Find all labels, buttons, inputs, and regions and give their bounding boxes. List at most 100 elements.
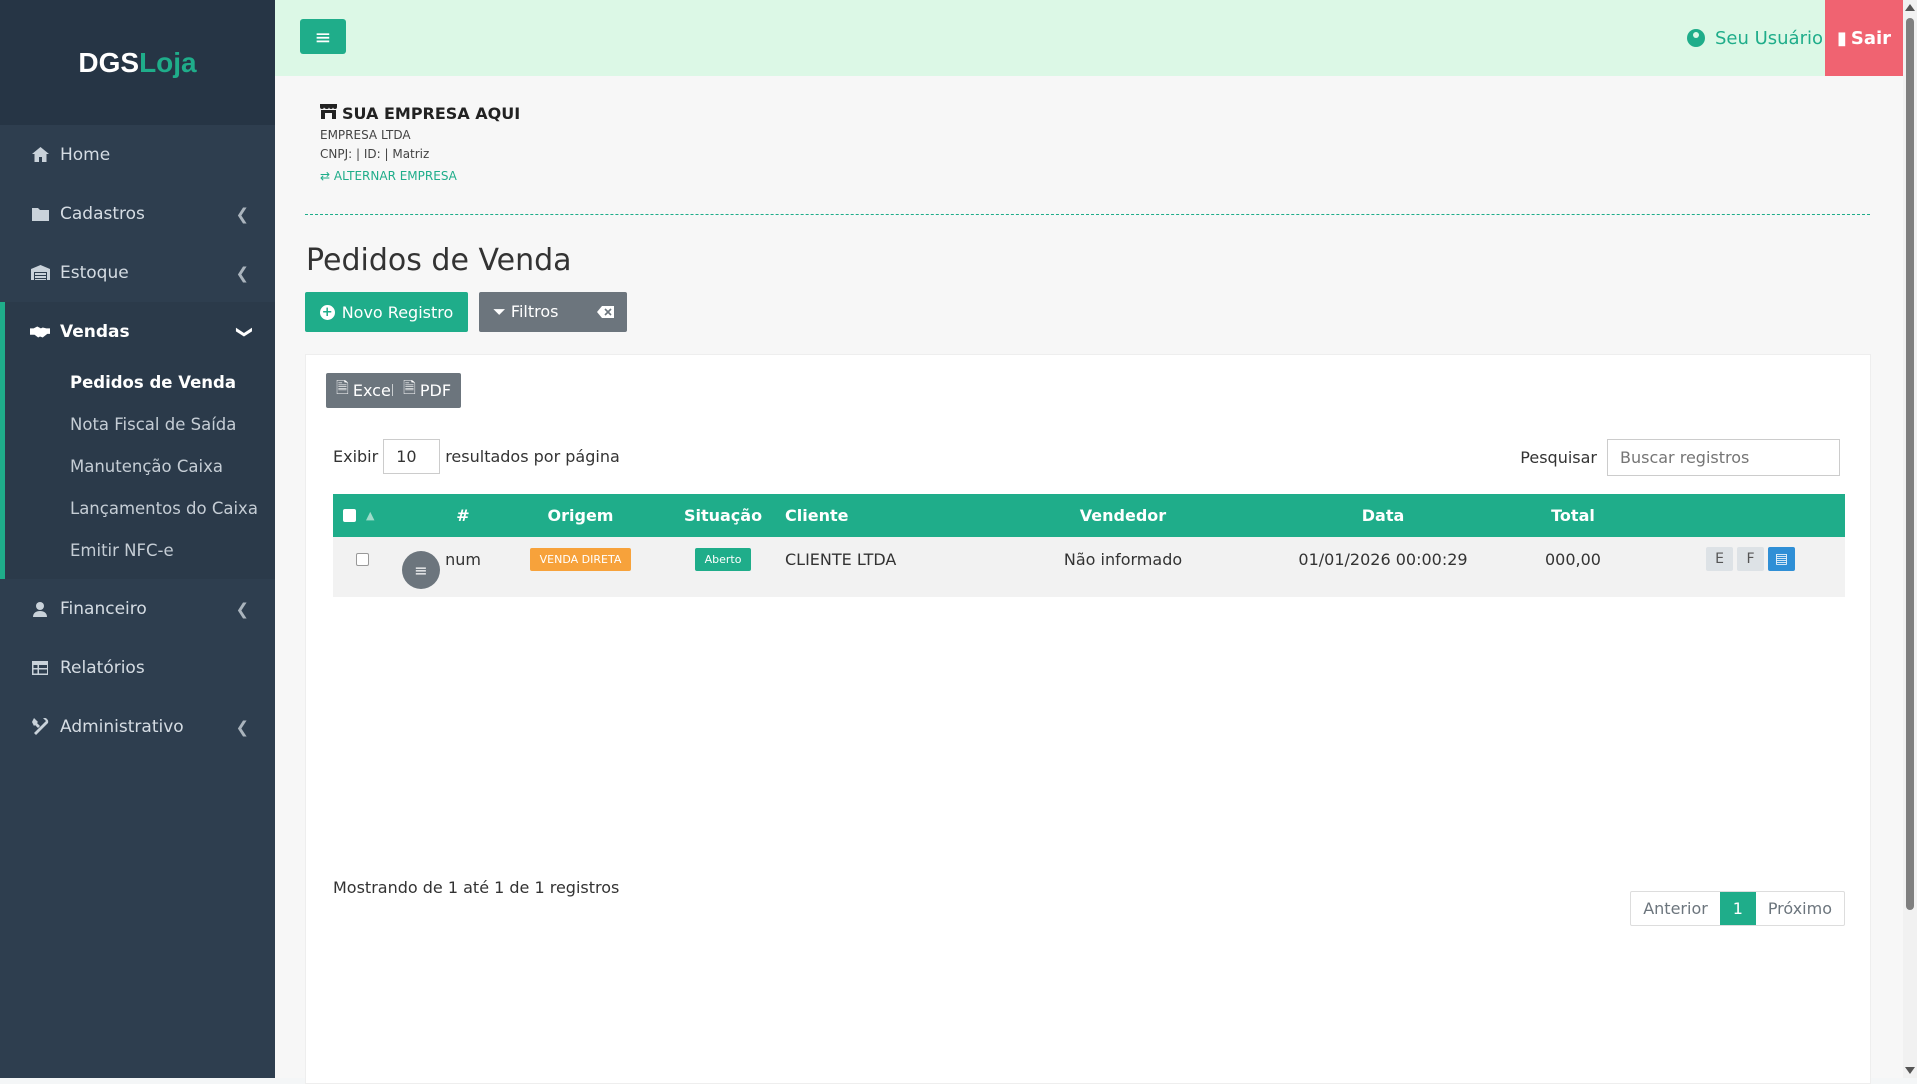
pdf-label: PDF <box>419 381 452 400</box>
header-cliente[interactable]: Cliente <box>785 494 865 537</box>
backspace-icon <box>597 303 614 322</box>
sidebar-item-label: Estoque <box>60 262 129 283</box>
cell-num: num <box>445 549 481 569</box>
submenu-manutencao-caixa[interactable]: Manutenção Caixa <box>5 445 275 487</box>
scroll-up-arrow-icon[interactable] <box>1905 4 1915 11</box>
filter-label: Filtros <box>510 302 559 321</box>
sort-icon[interactable]: ▲ <box>366 509 374 522</box>
search-input[interactable] <box>1607 439 1840 476</box>
clear-filter-button[interactable] <box>584 303 627 322</box>
cell-situacao: Aberto <box>673 539 773 579</box>
records-info: Mostrando de 1 até 1 de 1 registros <box>333 878 620 897</box>
window-scrollbar[interactable] <box>1903 0 1917 1078</box>
plus-circle-icon: + <box>319 304 335 320</box>
submenu-emitir-nfce[interactable]: Emitir NFC-e <box>5 529 275 571</box>
page-title: Pedidos de Venda <box>306 243 572 278</box>
origem-badge: VENDA DIRETA <box>529 547 632 571</box>
table-row[interactable]: ≡ num VENDA DIRETA Aberto CLIENTE LTDA N… <box>333 537 1845 597</box>
sidebar-nav: Home Cadastros ❮ Estoque ❮ <box>0 125 275 302</box>
sidebar-group-vendas: Vendas ❮ Pedidos de Venda Nota Fiscal de… <box>0 302 275 579</box>
action-f-button[interactable]: F <box>1737 547 1764 571</box>
header-total[interactable]: Total <box>1513 494 1633 537</box>
new-record-button[interactable]: + Novo Registro <box>305 292 468 332</box>
cell-vendedor: Não informado <box>1063 549 1183 569</box>
brand-part1: DGS <box>78 46 140 78</box>
pagination-page-1[interactable]: 1 <box>1719 892 1756 925</box>
logout-label: Sair <box>1850 27 1892 49</box>
door-exit-icon: ▮ <box>1836 27 1847 49</box>
submenu-pedidos-de-venda[interactable]: Pedidos de Venda <box>5 361 275 403</box>
sidebar-item-cadastros[interactable]: Cadastros ❮ <box>0 184 275 243</box>
sidebar-item-financeiro[interactable]: Financeiro ❮ <box>0 579 275 638</box>
file-excel-icon: 🗎 <box>336 378 349 397</box>
page-size-input[interactable] <box>383 439 441 474</box>
pagination-prev[interactable]: Anterior <box>1631 892 1720 925</box>
submenu-nota-fiscal-saida[interactable]: Nota Fiscal de Saída <box>5 403 275 445</box>
submenu-lancamentos-caixa[interactable]: Lançamentos do Caixa <box>5 487 275 529</box>
scrollbar-thumb[interactable] <box>1906 18 1914 910</box>
hamburger-icon: ≡ <box>314 24 332 49</box>
chevron-down-icon: ❮ <box>232 324 252 339</box>
document-icon[interactable]: ▤ <box>1768 547 1795 571</box>
show-suffix: resultados por página <box>445 447 620 466</box>
header-select-cell: ▲ <box>343 494 383 537</box>
store-icon <box>320 104 337 123</box>
sidebar-item-home[interactable]: Home <box>0 125 275 184</box>
chevron-left-icon: ❮ <box>235 204 249 223</box>
vendas-submenu: Pedidos de Venda Nota Fiscal de Saída Ma… <box>5 361 275 579</box>
header-vendedor[interactable]: Vendedor <box>1033 494 1213 537</box>
search-control: Pesquisar <box>1520 439 1840 476</box>
brand-logo[interactable]: DGS Loja <box>0 0 275 125</box>
user-menu[interactable]: Seu Usuário <box>1686 0 1823 76</box>
header-situacao[interactable]: Situação <box>673 494 773 537</box>
sidebar-item-label: Financeiro <box>60 598 147 619</box>
scroll-down-arrow-icon[interactable] <box>1905 1067 1915 1074</box>
header-num[interactable]: # <box>443 494 483 537</box>
sidebar: DGS Loja Home Cadastros ❮ Estoque ❮ Venda… <box>0 0 275 1078</box>
filter-button-group: ⏷ Filtros <box>479 292 627 332</box>
user-circle-icon <box>1686 29 1705 47</box>
handshake-icon <box>30 325 50 339</box>
export-pdf-button[interactable]: 🗎 PDF <box>393 373 462 408</box>
shuffle-icon: ⇄ <box>320 169 331 183</box>
sidebar-item-estoque[interactable]: Estoque ❮ <box>0 243 275 302</box>
pagination-next[interactable]: Próximo <box>1756 892 1844 925</box>
sidebar-item-vendas[interactable]: Vendas ❮ <box>5 302 275 361</box>
sidebar-item-label: Cadastros <box>60 203 145 224</box>
action-e-button[interactable]: E <box>1706 547 1733 571</box>
row-menu-button[interactable]: ≡ <box>402 551 440 589</box>
select-all-checkbox[interactable] <box>343 509 356 522</box>
cell-origem: VENDA DIRETA <box>513 539 648 579</box>
sidebar-item-relatorios[interactable]: Relatórios <box>0 638 275 697</box>
records-table: ▲ # Origem Situação Cliente Vendedor Dat… <box>333 494 1845 597</box>
row-checkbox[interactable] <box>355 552 369 566</box>
cell-total: 000,00 <box>1545 549 1601 569</box>
status-badge: Aberto <box>694 547 752 571</box>
row-select-cell <box>355 539 369 579</box>
chevron-left-icon: ❮ <box>235 717 249 736</box>
chevron-left-icon: ❮ <box>235 263 249 282</box>
logout-button[interactable]: ▮ Sair <box>1825 0 1903 76</box>
excel-label: Excel <box>352 381 396 400</box>
switch-company-link[interactable]: ⇄ ALTERNAR EMPRESA <box>320 169 520 183</box>
file-pdf-icon: 🗎 <box>403 378 416 397</box>
cell-cliente: CLIENTE LTDA <box>785 549 897 569</box>
folder-icon <box>30 207 50 221</box>
header-origem[interactable]: Origem <box>513 494 648 537</box>
filter-icon: ⏷ <box>493 302 506 321</box>
records-card: 🗎 Excel 🗎 PDF Exibir resultados por pági… <box>305 354 1871 1084</box>
company-name: SUA EMPRESA AQUI <box>342 104 521 123</box>
sidebar-item-administrativo[interactable]: Administrativo ❮ <box>0 697 275 756</box>
menu-toggle-button[interactable]: ≡ <box>300 19 346 54</box>
show-prefix: Exibir <box>333 447 379 466</box>
filter-button[interactable]: ⏷ Filtros <box>479 302 584 322</box>
row-menu-cell: ≡ <box>401 537 441 597</box>
hamburger-icon: ≡ <box>414 560 428 580</box>
company-name-row: SUA EMPRESA AQUI <box>320 104 520 123</box>
main-content: SUA EMPRESA AQUI EMPRESA LTDA CNPJ: | ID… <box>275 76 1903 1084</box>
header-data[interactable]: Data <box>1283 494 1483 537</box>
sidebar-nav-lower: Financeiro ❮ Relatórios Administrativo ❮ <box>0 579 275 756</box>
brand-part2: Loja <box>139 46 197 78</box>
user-label: Seu Usuário <box>1714 27 1823 49</box>
sidebar-item-label: Administrativo <box>60 716 184 737</box>
